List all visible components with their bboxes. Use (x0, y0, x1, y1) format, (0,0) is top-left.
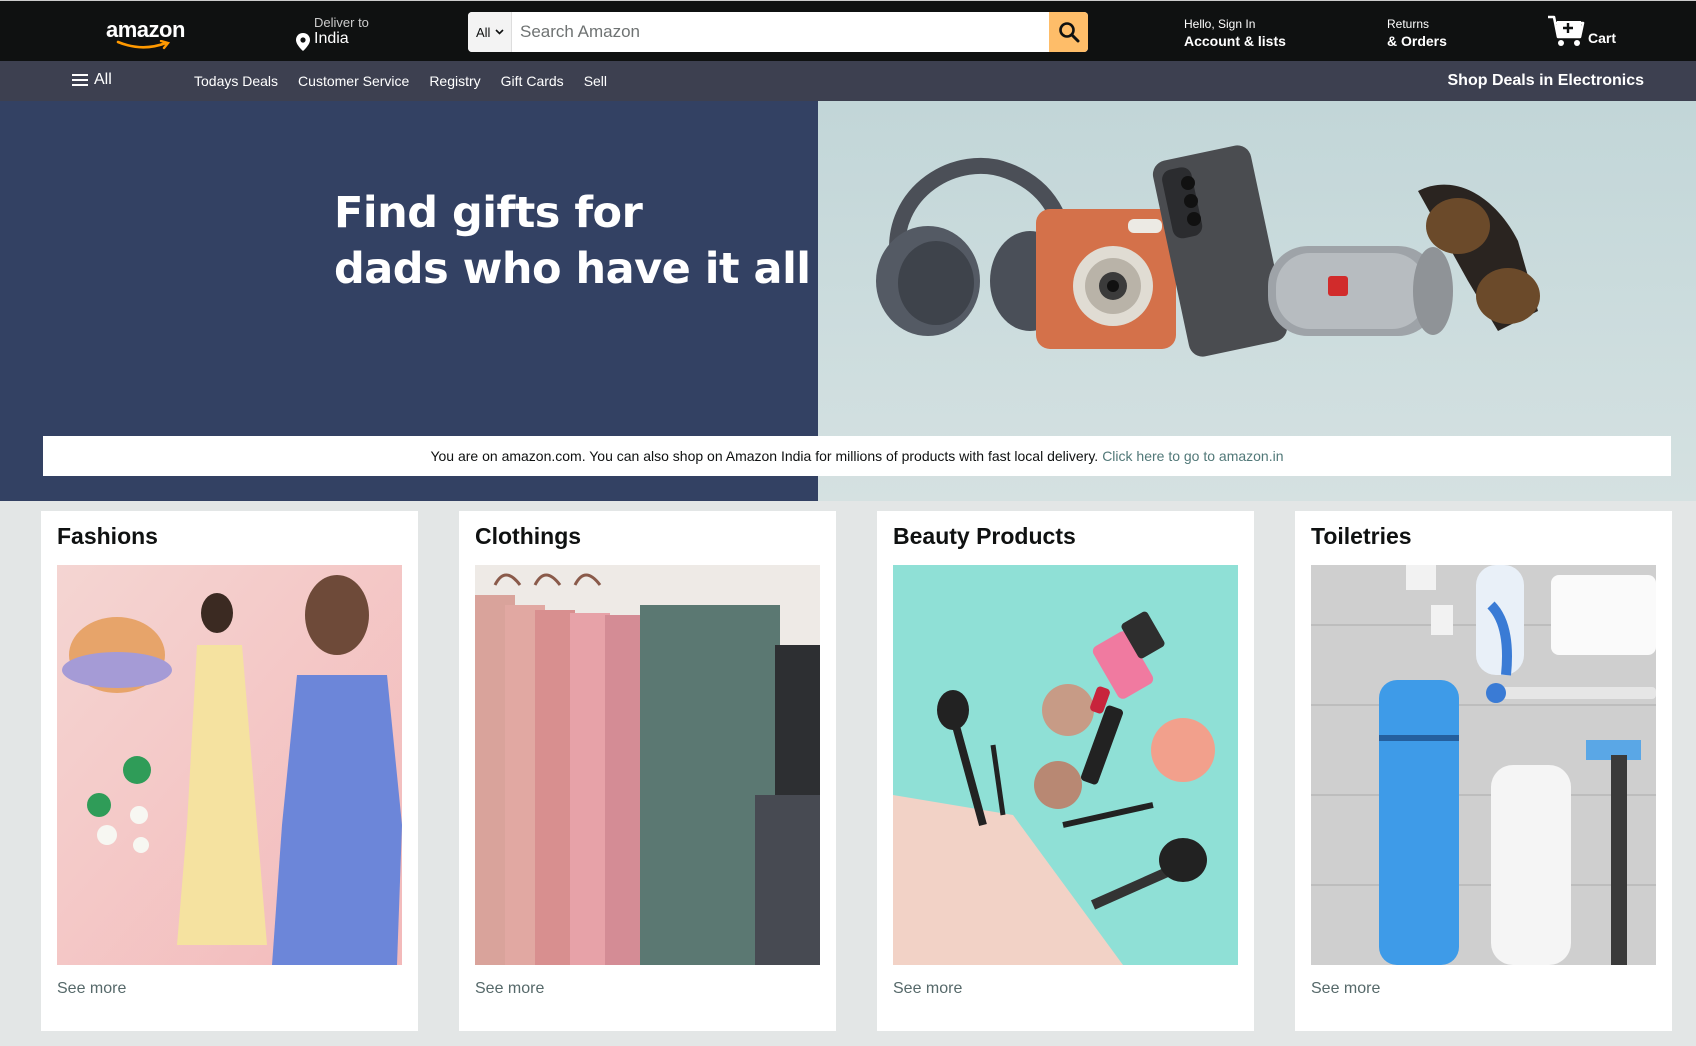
card-title: Clothings (475, 523, 582, 549)
toiletries-image[interactable] (1311, 565, 1656, 965)
top-nav: amazon Deliver to India All Hello (0, 0, 1696, 61)
regional-notice: You are on amazon.com. You can also shop… (43, 436, 1671, 476)
returns-label: Returns (1387, 17, 1430, 31)
returns-orders[interactable]: Returns & Orders (1387, 17, 1447, 49)
see-more-link[interactable]: See more (475, 980, 544, 998)
hero-banner[interactable]: Find gifts for dads who have it all You … (0, 101, 1696, 501)
speaker-illustration (1268, 246, 1453, 336)
category-card-fashions[interactable]: Fashions See more (41, 511, 418, 1031)
electronics-deals-link[interactable]: Shop Deals in Electronics (1448, 72, 1645, 90)
smile-icon (116, 40, 171, 50)
search-category-select[interactable]: All (468, 12, 512, 52)
card-title: Fashions (57, 523, 158, 549)
account-greeting: Hello, Sign In (1184, 17, 1256, 31)
subnav-link-todays-deals[interactable]: Todays Deals (194, 73, 278, 89)
category-card-clothings[interactable]: Clothings See more (459, 511, 836, 1031)
account-lists[interactable]: Hello, Sign In Account & lists (1184, 17, 1286, 49)
camera-illustration (1036, 209, 1176, 349)
notice-text: You are on amazon.com. You can also shop… (430, 448, 1099, 464)
notice-link[interactable]: Click here to go to amazon.in (1102, 448, 1283, 464)
subnav-link-gift-cards[interactable]: Gift Cards (501, 73, 564, 89)
subnav-link-customer-service[interactable]: Customer Service (298, 73, 409, 89)
cart-button[interactable]: Cart (1546, 13, 1626, 53)
search-button[interactable] (1049, 12, 1088, 52)
beauty-products-image[interactable] (893, 565, 1238, 965)
fashions-image[interactable] (57, 565, 402, 965)
search-category-label: All (476, 24, 491, 40)
chevron-down-icon (495, 29, 505, 35)
see-more-link[interactable]: See more (893, 980, 962, 998)
amazon-logo[interactable]: amazon (102, 15, 194, 51)
clothings-image[interactable] (475, 565, 820, 965)
orders-label: & Orders (1387, 33, 1447, 49)
category-card-toiletries[interactable]: Toiletries See more (1295, 511, 1672, 1031)
see-more-link[interactable]: See more (1311, 980, 1380, 998)
category-card-beauty-products[interactable]: Beauty Products See more (877, 511, 1254, 1031)
hero-headline: Find gifts for dads who have it all (334, 185, 811, 297)
subnav-link-registry[interactable]: Registry (429, 73, 480, 89)
deliver-label: Deliver to (314, 15, 369, 30)
card-title: Toiletries (1311, 523, 1412, 549)
see-more-link[interactable]: See more (57, 980, 126, 998)
all-menu-button[interactable]: All (72, 71, 112, 89)
gift-products-image (876, 145, 1540, 357)
hero-headline-line2: dads who have it all (334, 244, 811, 294)
subnav-links: Todays Deals Customer Service Registry G… (194, 73, 627, 89)
hamburger-icon (72, 74, 88, 86)
search-input[interactable] (512, 12, 1042, 52)
cart-icon (1548, 15, 1585, 46)
location-pin-icon (296, 33, 310, 51)
account-label: Account & lists (1184, 33, 1286, 49)
card-title: Beauty Products (893, 523, 1076, 549)
all-menu-label: All (94, 71, 112, 88)
cart-label: Cart (1588, 30, 1617, 46)
deliver-location: India (314, 30, 349, 47)
search-icon (1058, 22, 1079, 43)
sub-nav: All Todays Deals Customer Service Regist… (0, 61, 1696, 101)
search-bar: All (468, 12, 1088, 52)
hero-headline-line1: Find gifts for (334, 188, 643, 238)
subnav-link-sell[interactable]: Sell (584, 73, 607, 89)
